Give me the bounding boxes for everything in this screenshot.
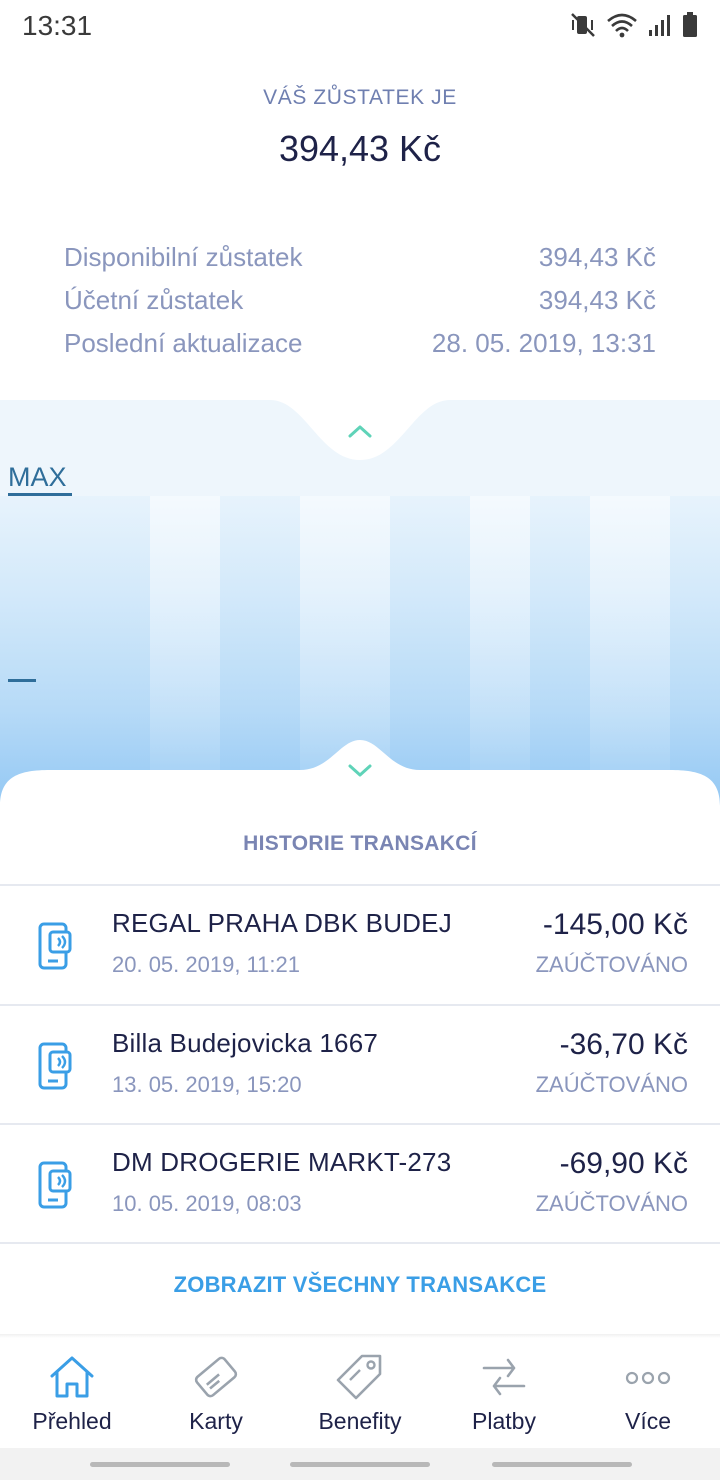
tag-icon bbox=[336, 1354, 382, 1400]
accounting-balance-row: Účetní zůstatek 394,43 Kč bbox=[64, 285, 656, 316]
transaction-date: 13. 05. 2019, 15:20 bbox=[112, 1072, 302, 1097]
card-icon bbox=[194, 1356, 238, 1398]
nav-item-platby[interactable]: Platby bbox=[432, 1338, 576, 1448]
transaction-name: REGAL PRAHA DBK BUDEJ bbox=[112, 908, 452, 938]
nav-item-prehled[interactable]: Přehled bbox=[0, 1338, 144, 1448]
gauge-level-marker bbox=[8, 679, 36, 682]
available-balance-value: 394,43 Kč bbox=[538, 242, 656, 272]
gauge-max-label: MAX bbox=[8, 462, 67, 492]
show-all-transactions-link[interactable]: ZOBRAZIT VŠECHNY TRANSAKCE bbox=[0, 1272, 720, 1298]
system-navigation-bar bbox=[0, 1448, 720, 1480]
transaction-status: ZAÚČTOVÁNO bbox=[535, 1072, 688, 1097]
transaction-date: 20. 05. 2019, 11:21 bbox=[112, 952, 300, 977]
transaction-status: ZAÚČTOVÁNO bbox=[535, 1191, 688, 1216]
contactless-phone-icon bbox=[38, 922, 72, 970]
transaction-name: DM DROGERIE MARKT-273 bbox=[112, 1147, 452, 1177]
nav-label: Platby bbox=[472, 1408, 536, 1434]
more-icon bbox=[625, 1371, 671, 1385]
status-bar: 13:31 bbox=[0, 0, 720, 50]
transaction-amount: -69,90 Kč bbox=[559, 1147, 688, 1180]
transfer-icon bbox=[482, 1358, 526, 1396]
transaction-row[interactable]: REGAL PRAHA DBK BUDEJ 20. 05. 2019, 11:2… bbox=[0, 886, 720, 1004]
transaction-row[interactable]: DM DROGERIE MARKT-273 10. 05. 2019, 08:0… bbox=[0, 1125, 720, 1243]
available-balance-row: Disponibilní zůstatek 394,43 Kč bbox=[64, 242, 656, 273]
nav-item-vice[interactable]: Více bbox=[576, 1338, 720, 1448]
transaction-row[interactable]: Billa Budejovicka 1667 13. 05. 2019, 15:… bbox=[0, 1006, 720, 1124]
chevron-down-icon[interactable] bbox=[346, 760, 374, 782]
status-time: 13:31 bbox=[22, 10, 93, 41]
nav-label: Více bbox=[624, 1408, 672, 1434]
transaction-amount: -36,70 Kč bbox=[559, 1028, 688, 1061]
nav-label: Benefity bbox=[318, 1408, 402, 1434]
home-icon bbox=[50, 1356, 94, 1398]
divider bbox=[0, 1242, 720, 1244]
transaction-amount: -145,00 Kč bbox=[542, 908, 688, 941]
vibrate-mute-icon bbox=[571, 13, 595, 37]
last-update-value: 28. 05. 2019, 13:31 bbox=[431, 328, 656, 358]
system-recents-button[interactable] bbox=[90, 1462, 230, 1467]
accounting-balance-label: Účetní zůstatek bbox=[64, 285, 244, 315]
transaction-name: Billa Budejovicka 1667 bbox=[112, 1028, 379, 1058]
system-home-button[interactable] bbox=[290, 1462, 430, 1467]
contactless-phone-icon bbox=[38, 1161, 72, 1209]
status-icons bbox=[570, 12, 698, 38]
balance-label: VÁŠ ZŮSTATEK JE bbox=[263, 86, 457, 109]
contactless-phone-icon bbox=[38, 1042, 72, 1090]
wifi-icon bbox=[607, 13, 637, 38]
transaction-status: ZAÚČTOVÁNO bbox=[535, 952, 688, 977]
transaction-date: 10. 05. 2019, 08:03 bbox=[112, 1191, 302, 1216]
chevron-up-icon[interactable] bbox=[346, 420, 374, 442]
signal-icon bbox=[649, 15, 670, 36]
battery-icon bbox=[683, 12, 697, 37]
last-update-row: Poslední aktualizace 28. 05. 2019, 13:31 bbox=[64, 328, 656, 359]
nav-label: Karty bbox=[189, 1408, 243, 1434]
nav-item-karty[interactable]: Karty bbox=[144, 1338, 288, 1448]
accounting-balance-value: 394,43 Kč bbox=[538, 285, 656, 315]
last-update-label: Poslední aktualizace bbox=[64, 328, 303, 358]
balance-amount: 394,43 Kč bbox=[278, 128, 442, 169]
nav-label: Přehled bbox=[32, 1408, 112, 1434]
bottom-navigation: Přehled Karty Benefity Platby Více bbox=[0, 1338, 720, 1448]
available-balance-label: Disponibilní zůstatek bbox=[64, 242, 303, 272]
nav-item-benefity[interactable]: Benefity bbox=[288, 1338, 432, 1448]
gauge-max-line bbox=[8, 493, 72, 496]
wave-top-band bbox=[0, 400, 720, 500]
system-back-button[interactable] bbox=[492, 1462, 632, 1467]
history-title: HISTORIE TRANSAKCÍ bbox=[243, 832, 477, 855]
